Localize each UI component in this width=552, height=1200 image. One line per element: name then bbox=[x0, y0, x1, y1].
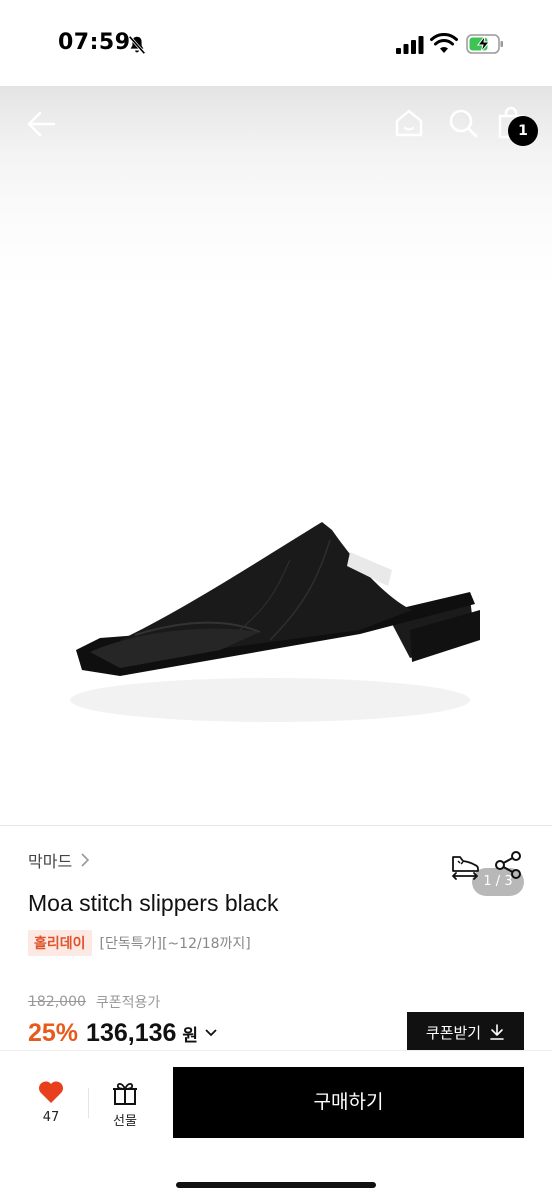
product-image-area[interactable]: 1 / 3 bbox=[0, 86, 552, 896]
promo-badge: 홀리데이 bbox=[28, 930, 92, 956]
divider bbox=[0, 825, 552, 826]
original-price-row: 182,000 쿠폰적용가 bbox=[28, 992, 160, 1012]
wifi-icon bbox=[430, 33, 458, 53]
divider bbox=[88, 1088, 89, 1118]
coupon-download-button[interactable]: 쿠폰받기 bbox=[407, 1012, 524, 1052]
battery-charging-icon bbox=[466, 34, 503, 54]
brand-link[interactable]: 막마드 bbox=[28, 848, 90, 872]
gift-button[interactable]: 선물 bbox=[104, 1080, 146, 1132]
currency-unit: 원 bbox=[182, 1025, 199, 1046]
buy-button[interactable]: 구매하기 bbox=[173, 1067, 524, 1138]
download-icon bbox=[490, 1024, 504, 1040]
like-count: 47 bbox=[42, 1110, 60, 1125]
bell-off-icon bbox=[128, 35, 146, 55]
product-photo[interactable] bbox=[60, 500, 500, 730]
home-indicator bbox=[176, 1182, 376, 1188]
sale-price: 136,136 bbox=[86, 1018, 177, 1047]
coupon-button-label: 쿠폰받기 bbox=[425, 1023, 482, 1042]
like-button[interactable]: 47 bbox=[30, 1080, 72, 1132]
promo-text: [단독특가][~12/18까지] bbox=[99, 936, 251, 952]
search-icon[interactable] bbox=[446, 106, 480, 140]
cart-count-badge[interactable]: 1 bbox=[508, 116, 538, 146]
back-arrow-icon[interactable] bbox=[24, 106, 60, 142]
status-time: 07:59 bbox=[58, 30, 131, 55]
brand-name: 막마드 bbox=[28, 852, 73, 871]
discount-rate: 25% bbox=[28, 1018, 79, 1047]
coupon-price-note: 쿠폰적용가 bbox=[95, 995, 161, 1011]
heart-icon bbox=[38, 1081, 64, 1103]
gift-label: 선물 bbox=[113, 1114, 137, 1129]
price-row[interactable]: 25% 136,136 원 bbox=[28, 1014, 218, 1052]
shoe-size-icon[interactable] bbox=[450, 850, 480, 880]
original-price: 182,000 bbox=[28, 994, 86, 1010]
chevron-right-icon bbox=[81, 853, 90, 867]
product-title: Moa stitch slippers black bbox=[28, 890, 279, 916]
cellular-signal-icon bbox=[396, 36, 424, 54]
promo-row: 홀리데이 [단독특가][~12/18까지] bbox=[28, 930, 251, 956]
share-icon[interactable] bbox=[494, 850, 522, 880]
top-navigation bbox=[0, 86, 552, 166]
status-bar: 07:59 bbox=[0, 0, 552, 86]
home-icon[interactable] bbox=[392, 106, 426, 140]
chevron-down-icon[interactable] bbox=[204, 1026, 218, 1040]
gift-icon bbox=[113, 1082, 137, 1105]
